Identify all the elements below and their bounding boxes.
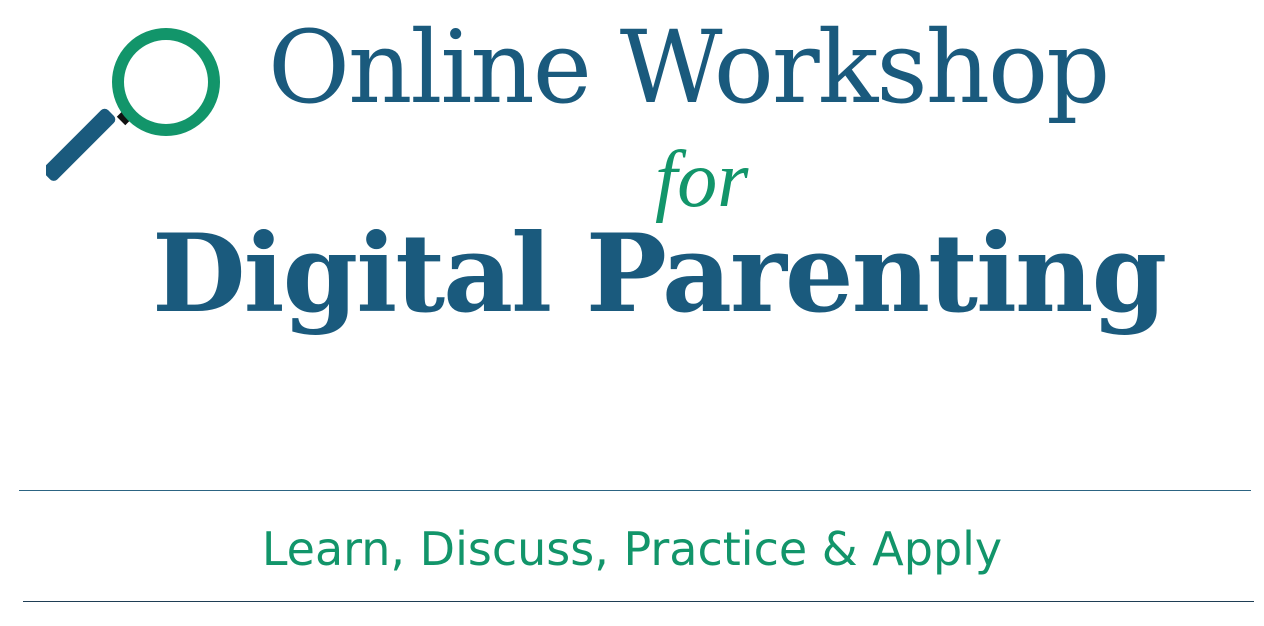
magnifying-glass-lens-ring <box>112 28 220 136</box>
divider-bottom <box>23 601 1254 602</box>
title-digital-parenting: Digital Parenting <box>152 211 1167 337</box>
divider-top <box>19 490 1251 491</box>
title-for: for <box>655 136 749 224</box>
magnifying-glass-graphic <box>43 28 220 181</box>
title-online-workshop: Online Workshop <box>268 9 1110 126</box>
magnifying-glass-handle <box>43 108 116 181</box>
tagline: Learn, Discuss, Practice & Apply <box>261 522 1003 576</box>
magnifying-glass-icon <box>43 24 226 204</box>
